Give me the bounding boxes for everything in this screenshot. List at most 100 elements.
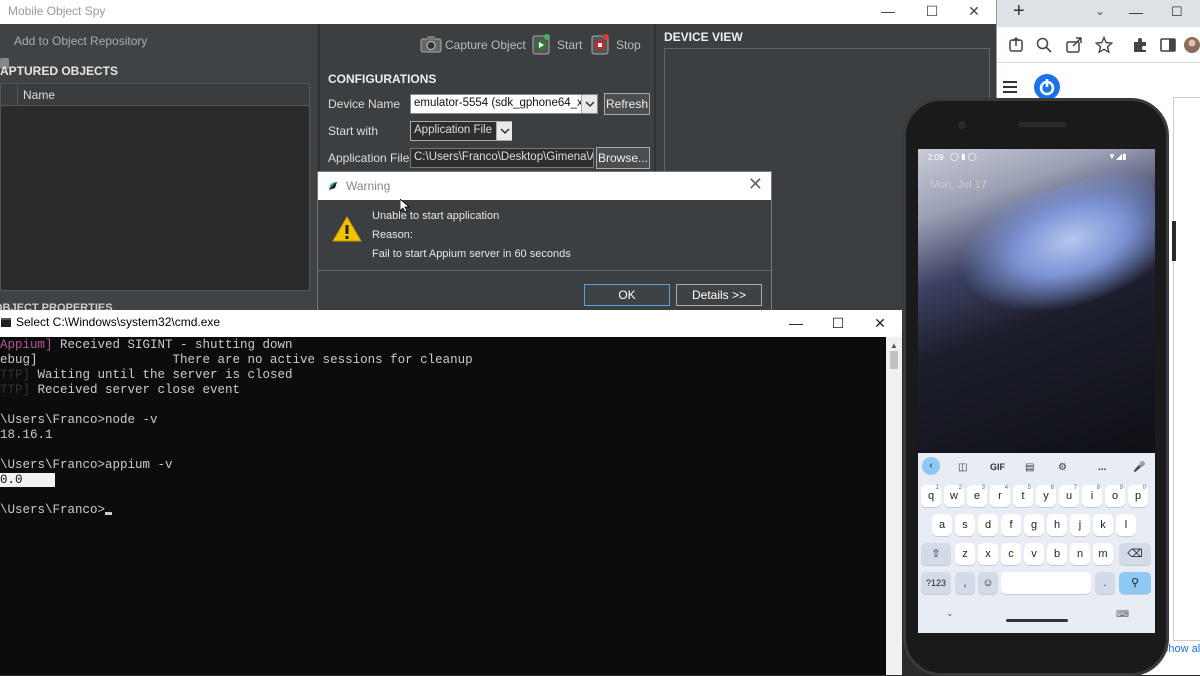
key-w[interactable]: w2 xyxy=(944,485,964,507)
power-logo-icon[interactable] xyxy=(1033,73,1061,101)
key-t[interactable]: t5 xyxy=(1013,485,1033,507)
details-button[interactable]: Details >> xyxy=(676,284,762,306)
bookmark-star-icon[interactable] xyxy=(1095,36,1113,54)
key-g[interactable]: g xyxy=(1024,514,1044,536)
shift-key[interactable]: ⇧ xyxy=(921,543,951,565)
scroll-thumb[interactable] xyxy=(890,351,898,369)
keyboard-switch-icon[interactable]: ⌨ xyxy=(1116,609,1129,620)
maximize-button[interactable]: ☐ xyxy=(910,0,954,24)
search-key-icon[interactable]: ⚲ xyxy=(1119,572,1151,594)
cmd-scrollbar[interactable]: ▲ xyxy=(886,337,902,675)
key-l[interactable]: l xyxy=(1116,514,1136,536)
key-q[interactable]: q1 xyxy=(921,485,941,507)
backspace-key[interactable]: ⌫ xyxy=(1119,543,1151,565)
grid-column-name[interactable]: Name xyxy=(23,88,55,102)
key-h[interactable]: h xyxy=(1047,514,1067,536)
key-k[interactable]: k xyxy=(1093,514,1113,536)
console-selection: 0.0 xyxy=(0,473,55,487)
cmd-titlebar: Select C:\Windows\system32\cmd.exe — ☐ ✕ xyxy=(0,310,902,337)
key-e[interactable]: e3 xyxy=(967,485,987,507)
key-y[interactable]: y6 xyxy=(1036,485,1056,507)
capture-object-button[interactable]: Capture Object xyxy=(445,38,526,52)
console-line: Appium] Received SIGINT - shutting down xyxy=(0,338,293,352)
refresh-button[interactable]: Refresh xyxy=(604,93,650,115)
console-line: TTP] Waiting until the server is closed xyxy=(0,368,293,382)
start-with-value: Application File xyxy=(414,124,492,136)
key-p[interactable]: p0 xyxy=(1128,485,1148,507)
close-button[interactable]: ✕ xyxy=(952,0,996,24)
chevron-down-icon[interactable] xyxy=(581,95,597,113)
power-button[interactable] xyxy=(1172,221,1176,261)
key-z[interactable]: z xyxy=(955,543,975,565)
key-n[interactable]: n xyxy=(1070,543,1090,565)
application-file-input[interactable]: C:\Users\Franco\Desktop\Gimena\A xyxy=(410,148,594,168)
hide-keyboard-icon[interactable]: ⌄ xyxy=(946,608,954,619)
warning-close-icon[interactable]: ✕ xyxy=(748,174,763,195)
cmd-close-button[interactable]: ✕ xyxy=(858,310,902,337)
symbols-key[interactable]: ?123 xyxy=(921,572,951,594)
period-key[interactable]: . xyxy=(1095,572,1115,594)
key-a[interactable]: a xyxy=(932,514,952,536)
key-u[interactable]: u7 xyxy=(1059,485,1079,507)
clipboard-icon[interactable]: ▤ xyxy=(1025,462,1034,473)
tab-search-chevron-icon[interactable]: ⌄ xyxy=(1095,4,1105,18)
key-s[interactable]: s xyxy=(955,514,975,536)
gesture-nav-bar[interactable] xyxy=(1006,619,1068,622)
camera-icon[interactable] xyxy=(420,35,442,53)
key-b[interactable]: b xyxy=(1047,543,1067,565)
on-screen-keyboard[interactable]: ‹ ◫ GIF ▤ ⚙ ... 🎤 q1 w2 e3 r4 t5 y6 u7 i… xyxy=(918,453,1155,633)
phone-screen[interactable]: 2:09 ◯ ▮ ◯ ▼◢▮ Mon, Jul 17 ‹ ◫ GIF ▤ ⚙ .… xyxy=(918,149,1155,633)
start-button[interactable]: Start xyxy=(557,38,582,52)
key-m[interactable]: m xyxy=(1093,543,1113,565)
browser-maximize-button[interactable]: ☐ xyxy=(1171,4,1183,20)
browser-tab-strip: + ⌄ — ☐ xyxy=(997,0,1200,27)
stop-button[interactable]: Stop xyxy=(616,38,641,52)
app-logo-icon xyxy=(327,180,339,192)
add-to-object-repository-button[interactable]: Add to Object Repository xyxy=(14,34,147,48)
cmd-console[interactable]: Appium] Received SIGINT - shutting down … xyxy=(0,337,886,675)
grid-header: Name xyxy=(1,84,309,106)
send-tab-icon[interactable] xyxy=(1065,36,1083,54)
settings-gear-icon[interactable]: ⚙ xyxy=(1058,462,1067,473)
emoji-key[interactable]: ☺ xyxy=(978,572,998,594)
minimize-button[interactable]: — xyxy=(866,0,910,24)
warning-dialog: Warning ✕ Unable to start application Re… xyxy=(317,171,772,311)
start-icon[interactable] xyxy=(532,33,552,55)
key-o[interactable]: o9 xyxy=(1105,485,1125,507)
captured-objects-grid[interactable]: Name xyxy=(0,83,310,291)
key-x[interactable]: x xyxy=(978,543,998,565)
microphone-icon[interactable]: 🎤 xyxy=(1133,462,1145,473)
space-bar[interactable] xyxy=(1001,572,1091,594)
key-d[interactable]: d xyxy=(978,514,998,536)
grid-column-separator xyxy=(17,84,18,106)
hamburger-menu-icon[interactable] xyxy=(1003,80,1019,94)
status-time: 2:09 xyxy=(928,153,944,162)
comma-key[interactable]: , xyxy=(955,572,975,594)
extensions-icon[interactable] xyxy=(1131,36,1149,54)
gif-button[interactable]: GIF xyxy=(990,462,1005,472)
key-f[interactable]: f xyxy=(1001,514,1021,536)
share-icon[interactable] xyxy=(1007,36,1025,54)
browse-button[interactable]: Browse... xyxy=(596,147,650,169)
side-panel-icon[interactable] xyxy=(1159,36,1177,54)
key-i[interactable]: i8 xyxy=(1082,485,1102,507)
key-c[interactable]: c xyxy=(1001,543,1021,565)
cmd-minimize-button[interactable]: — xyxy=(774,310,818,337)
new-tab-button[interactable]: + xyxy=(1013,0,1025,23)
zoom-icon[interactable] xyxy=(1035,36,1053,54)
browser-minimize-button[interactable]: — xyxy=(1129,4,1143,20)
key-j[interactable]: j xyxy=(1070,514,1090,536)
cmd-maximize-button[interactable]: ☐ xyxy=(816,310,860,337)
key-v[interactable]: v xyxy=(1024,543,1044,565)
more-button[interactable]: ... xyxy=(1098,462,1106,473)
chevron-down-icon[interactable] xyxy=(496,122,512,140)
avatar[interactable] xyxy=(1183,36,1200,54)
device-name-select[interactable]: emulator-5554 (sdk_gphone64_x8 xyxy=(410,94,598,114)
wallpaper: 2:09 ◯ ▮ ◯ ▼◢▮ Mon, Jul 17 xyxy=(918,149,1155,453)
stop-icon[interactable] xyxy=(591,33,611,55)
key-r[interactable]: r4 xyxy=(990,485,1010,507)
keyboard-back-icon[interactable]: ‹ xyxy=(922,457,940,475)
ok-button[interactable]: OK xyxy=(584,284,670,306)
sticker-icon[interactable]: ◫ xyxy=(958,462,967,473)
scroll-up-icon[interactable]: ▲ xyxy=(890,341,898,350)
